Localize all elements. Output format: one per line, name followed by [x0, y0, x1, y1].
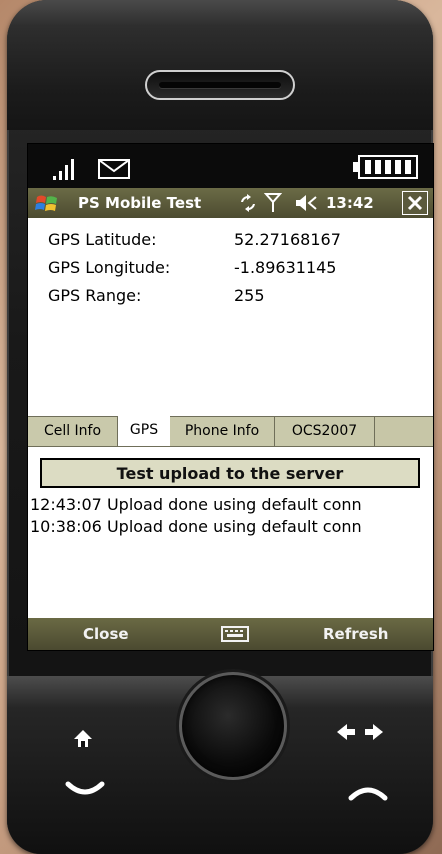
tab-phone-info[interactable]: Phone Info	[170, 417, 275, 446]
end-call-icon[interactable]	[347, 782, 389, 802]
close-softkey[interactable]: Close	[83, 625, 129, 643]
battery-icon	[353, 155, 418, 179]
log-line: 10:38:06 Upload done using default conn	[30, 517, 362, 536]
gps-latitude-value: 52.27168167	[234, 230, 341, 249]
speaker-slot	[159, 82, 281, 88]
tab-ocs2007[interactable]: OCS2007	[275, 417, 375, 446]
call-icon[interactable]	[65, 780, 105, 798]
softkey-bar: Close Refresh	[28, 618, 433, 650]
speaker-grille	[145, 70, 295, 100]
title-bar: PS Mobile Test 13:42	[28, 188, 433, 218]
close-button[interactable]	[402, 191, 428, 215]
app-title: PS Mobile Test	[78, 194, 202, 212]
start-icon[interactable]	[34, 192, 60, 214]
screen: PS Mobile Test 13:42 GPS Latitude: 52.27…	[27, 143, 434, 651]
sync-icon[interactable]	[238, 193, 258, 213]
volume-icon[interactable]	[294, 193, 320, 213]
mail-icon	[98, 159, 130, 179]
navigation-ball[interactable]	[179, 672, 287, 780]
tab-gps[interactable]: GPS	[117, 416, 171, 446]
refresh-softkey[interactable]: Refresh	[323, 625, 388, 643]
keyboard-icon[interactable]	[221, 626, 249, 642]
gps-range-row: GPS Range: 255	[48, 286, 265, 305]
gps-range-label: GPS Range:	[48, 286, 142, 305]
home-icon[interactable]	[73, 728, 93, 750]
back-forward-icon[interactable]	[337, 722, 383, 742]
log-line: 12:43:07 Upload done using default conn	[30, 495, 362, 514]
gps-longitude-label: GPS Longitude:	[48, 258, 171, 277]
gps-latitude-label: GPS Latitude:	[48, 230, 157, 249]
status-bar	[28, 144, 433, 190]
test-upload-button[interactable]: Test upload to the server	[40, 458, 420, 488]
antenna-icon[interactable]	[264, 192, 282, 214]
upload-log: 12:43:07 Upload done using default conn …	[30, 494, 433, 538]
tab-bar: Cell Info GPS Phone Info OCS2007	[28, 416, 433, 447]
close-icon	[403, 192, 427, 214]
gps-panel: GPS Latitude: 52.27168167 GPS Longitude: -…	[28, 218, 433, 440]
gps-longitude-row: GPS Longitude: -1.89631145	[48, 258, 336, 277]
gps-longitude-value: -1.89631145	[234, 258, 337, 277]
phone-top-bezel	[7, 0, 433, 130]
signal-icon	[53, 159, 74, 180]
phone-body: PS Mobile Test 13:42 GPS Latitude: 52.27…	[7, 0, 434, 854]
tab-cell-info[interactable]: Cell Info	[28, 417, 118, 446]
clock-time[interactable]: 13:42	[326, 194, 374, 212]
gps-range-value: 255	[234, 286, 265, 305]
gps-latitude-row: GPS Latitude: 52.27168167	[48, 230, 341, 249]
